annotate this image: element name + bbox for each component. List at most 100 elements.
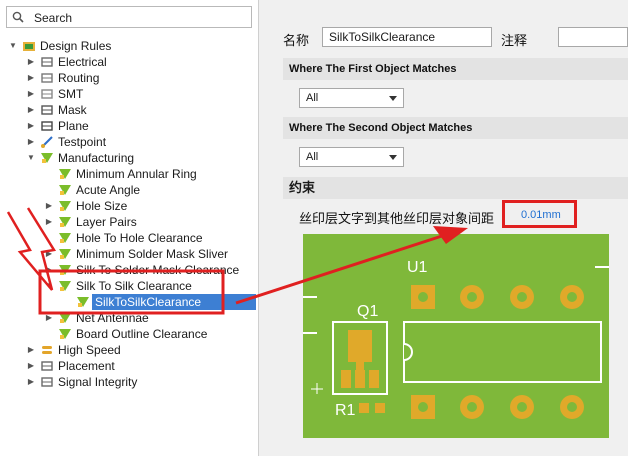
chevron-right-icon[interactable]: ▶ — [26, 374, 36, 390]
u1-label: U1 — [407, 259, 428, 276]
chevron-right-icon[interactable]: ▶ — [26, 134, 36, 150]
rule-icon — [59, 201, 71, 211]
chevron-right-icon[interactable]: ▶ — [26, 54, 36, 70]
tree-item[interactable]: ▶ Signal Integrity — [0, 374, 258, 390]
tree-item-label: Hole To Hole Clearance — [76, 231, 203, 245]
constraints-header: 约束 — [283, 177, 628, 199]
tree-item[interactable]: ▶ Plane — [0, 118, 258, 134]
smt-icon — [41, 89, 53, 99]
tree-item-label: Plane — [58, 119, 89, 133]
u1-pad-hole — [467, 292, 477, 302]
rules-tree-panel: Search ▼ Design Rules ▶ Electrical ▶ Routing ▶… — [0, 0, 259, 456]
plane-icon — [41, 121, 53, 131]
tree-item[interactable]: Hole To Hole Clearance — [0, 230, 258, 246]
chevron-down-icon[interactable]: ▼ — [26, 150, 36, 166]
electrical-icon — [41, 57, 53, 67]
name-input[interactable]: SilkToSilkClearance — [322, 27, 492, 47]
tree-item[interactable]: ▶ Mask — [0, 102, 258, 118]
q1-neck — [356, 362, 364, 370]
chevron-right-icon[interactable]: ▶ — [26, 342, 36, 358]
manufacturing-icon — [41, 153, 53, 163]
tree-item[interactable]: ▼ Design Rules — [0, 38, 258, 54]
placement-icon — [41, 361, 53, 371]
chevron-right-icon[interactable]: ▶ — [44, 214, 54, 230]
chevron-right-icon[interactable]: ▶ — [26, 70, 36, 86]
u1-pad-hole — [467, 402, 477, 412]
rule-icon — [59, 265, 71, 275]
chevron-right-icon[interactable]: ▶ — [44, 246, 54, 262]
chevron-down-icon[interactable]: ▼ — [8, 38, 18, 54]
tree-item[interactable]: ▶ SMT — [0, 86, 258, 102]
comment-input[interactable] — [558, 27, 628, 47]
tree-item[interactable]: ▶ Testpoint — [0, 134, 258, 150]
board-edge-mark — [303, 296, 317, 298]
r1-pad — [359, 403, 369, 413]
tree-item[interactable]: ▶ Electrical — [0, 54, 258, 70]
tree-item[interactable]: ▶ Routing — [0, 70, 258, 86]
tree-item-label: Minimum Solder Mask Sliver — [76, 247, 229, 261]
search-icon — [12, 11, 24, 23]
rule-icon — [59, 249, 71, 259]
chevron-down-icon[interactable]: ▼ — [44, 278, 54, 294]
rule-icon — [59, 169, 71, 179]
rule-icon — [59, 185, 71, 195]
tree-item-label: Placement — [58, 359, 115, 373]
tree-item-label: Hole Size — [76, 199, 128, 213]
chevron-right-icon[interactable]: ▶ — [44, 310, 54, 326]
tree-item-label: SMT — [58, 87, 84, 101]
tree-item[interactable]: ▶ Layer Pairs — [0, 214, 258, 230]
chevron-right-icon[interactable]: ▶ — [26, 102, 36, 118]
tree-item-label: Acute Angle — [76, 183, 141, 197]
value-highlight-box — [502, 200, 577, 228]
tree-item[interactable]: ▶ Silk To Solder Mask Clearance — [0, 262, 258, 278]
tree-item[interactable]: Acute Angle — [0, 182, 258, 198]
chevron-right-icon[interactable]: ▶ — [26, 86, 36, 102]
tree-item[interactable]: ▶ Placement — [0, 358, 258, 374]
u1-notch — [403, 343, 413, 361]
tree-item-label: Silk To Silk Clearance — [76, 279, 192, 293]
board-edge-mark — [595, 266, 609, 268]
tree-item-label: Electrical — [58, 55, 107, 69]
design-rules-icon — [23, 42, 35, 51]
first-match-select[interactable]: All — [299, 88, 404, 108]
tree-item[interactable]: ▶ High Speed — [0, 342, 258, 358]
second-match-select[interactable]: All — [299, 147, 404, 167]
tree-item[interactable]: ▼ Silk To Silk Clearance — [0, 278, 258, 294]
q1-pin-pad — [355, 370, 365, 388]
search-placeholder: Search — [34, 11, 73, 25]
tree-item-label: Manufacturing — [58, 151, 135, 165]
tree-item[interactable]: ▼ Manufacturing — [0, 150, 258, 166]
high-speed-icon — [42, 346, 52, 354]
mask-icon — [41, 105, 53, 115]
first-match-header: Where The First Object Matches — [283, 58, 628, 80]
chevron-down-icon — [389, 155, 397, 160]
name-label: 名称 — [283, 33, 310, 48]
chevron-down-icon — [389, 96, 397, 101]
tree-item-label: Signal Integrity — [58, 375, 138, 389]
rule-icon — [59, 217, 71, 227]
tree-item[interactable]: Minimum Annular Ring — [0, 166, 258, 182]
u1-pad-hole — [517, 402, 527, 412]
chevron-right-icon[interactable]: ▶ — [44, 262, 54, 278]
tree-item[interactable]: ▶ Net Antennae — [0, 310, 258, 326]
pcb-diagram: U1 Q1 R1 — [303, 234, 609, 438]
rule-icon — [59, 313, 71, 323]
chevron-right-icon[interactable]: ▶ — [26, 118, 36, 134]
tree-item[interactable]: ▶ Minimum Solder Mask Sliver — [0, 246, 258, 262]
chevron-right-icon[interactable]: ▶ — [44, 198, 54, 214]
r1-label: R1 — [335, 402, 356, 419]
tree-item-label: High Speed — [58, 343, 121, 357]
u1-pad-hole — [418, 292, 428, 302]
tree-item[interactable]: ▶ Hole Size — [0, 198, 258, 214]
testpoint-icon — [41, 136, 53, 148]
tree-item[interactable]: Board Outline Clearance — [0, 326, 258, 342]
tree-item-label: Minimum Annular Ring — [76, 167, 197, 181]
q1-pin-pad — [369, 370, 379, 388]
search-box[interactable]: Search — [6, 6, 252, 28]
second-match-value: All — [306, 151, 319, 163]
rule-editor-panel: 名称 SilkToSilkClearance 注释 Where The Firs… — [267, 0, 628, 456]
tree-item-label: Layer Pairs — [76, 215, 137, 229]
tree-item[interactable]: SilkToSilkClearance — [0, 294, 258, 310]
rule-icon — [77, 297, 89, 307]
chevron-right-icon[interactable]: ▶ — [26, 358, 36, 374]
